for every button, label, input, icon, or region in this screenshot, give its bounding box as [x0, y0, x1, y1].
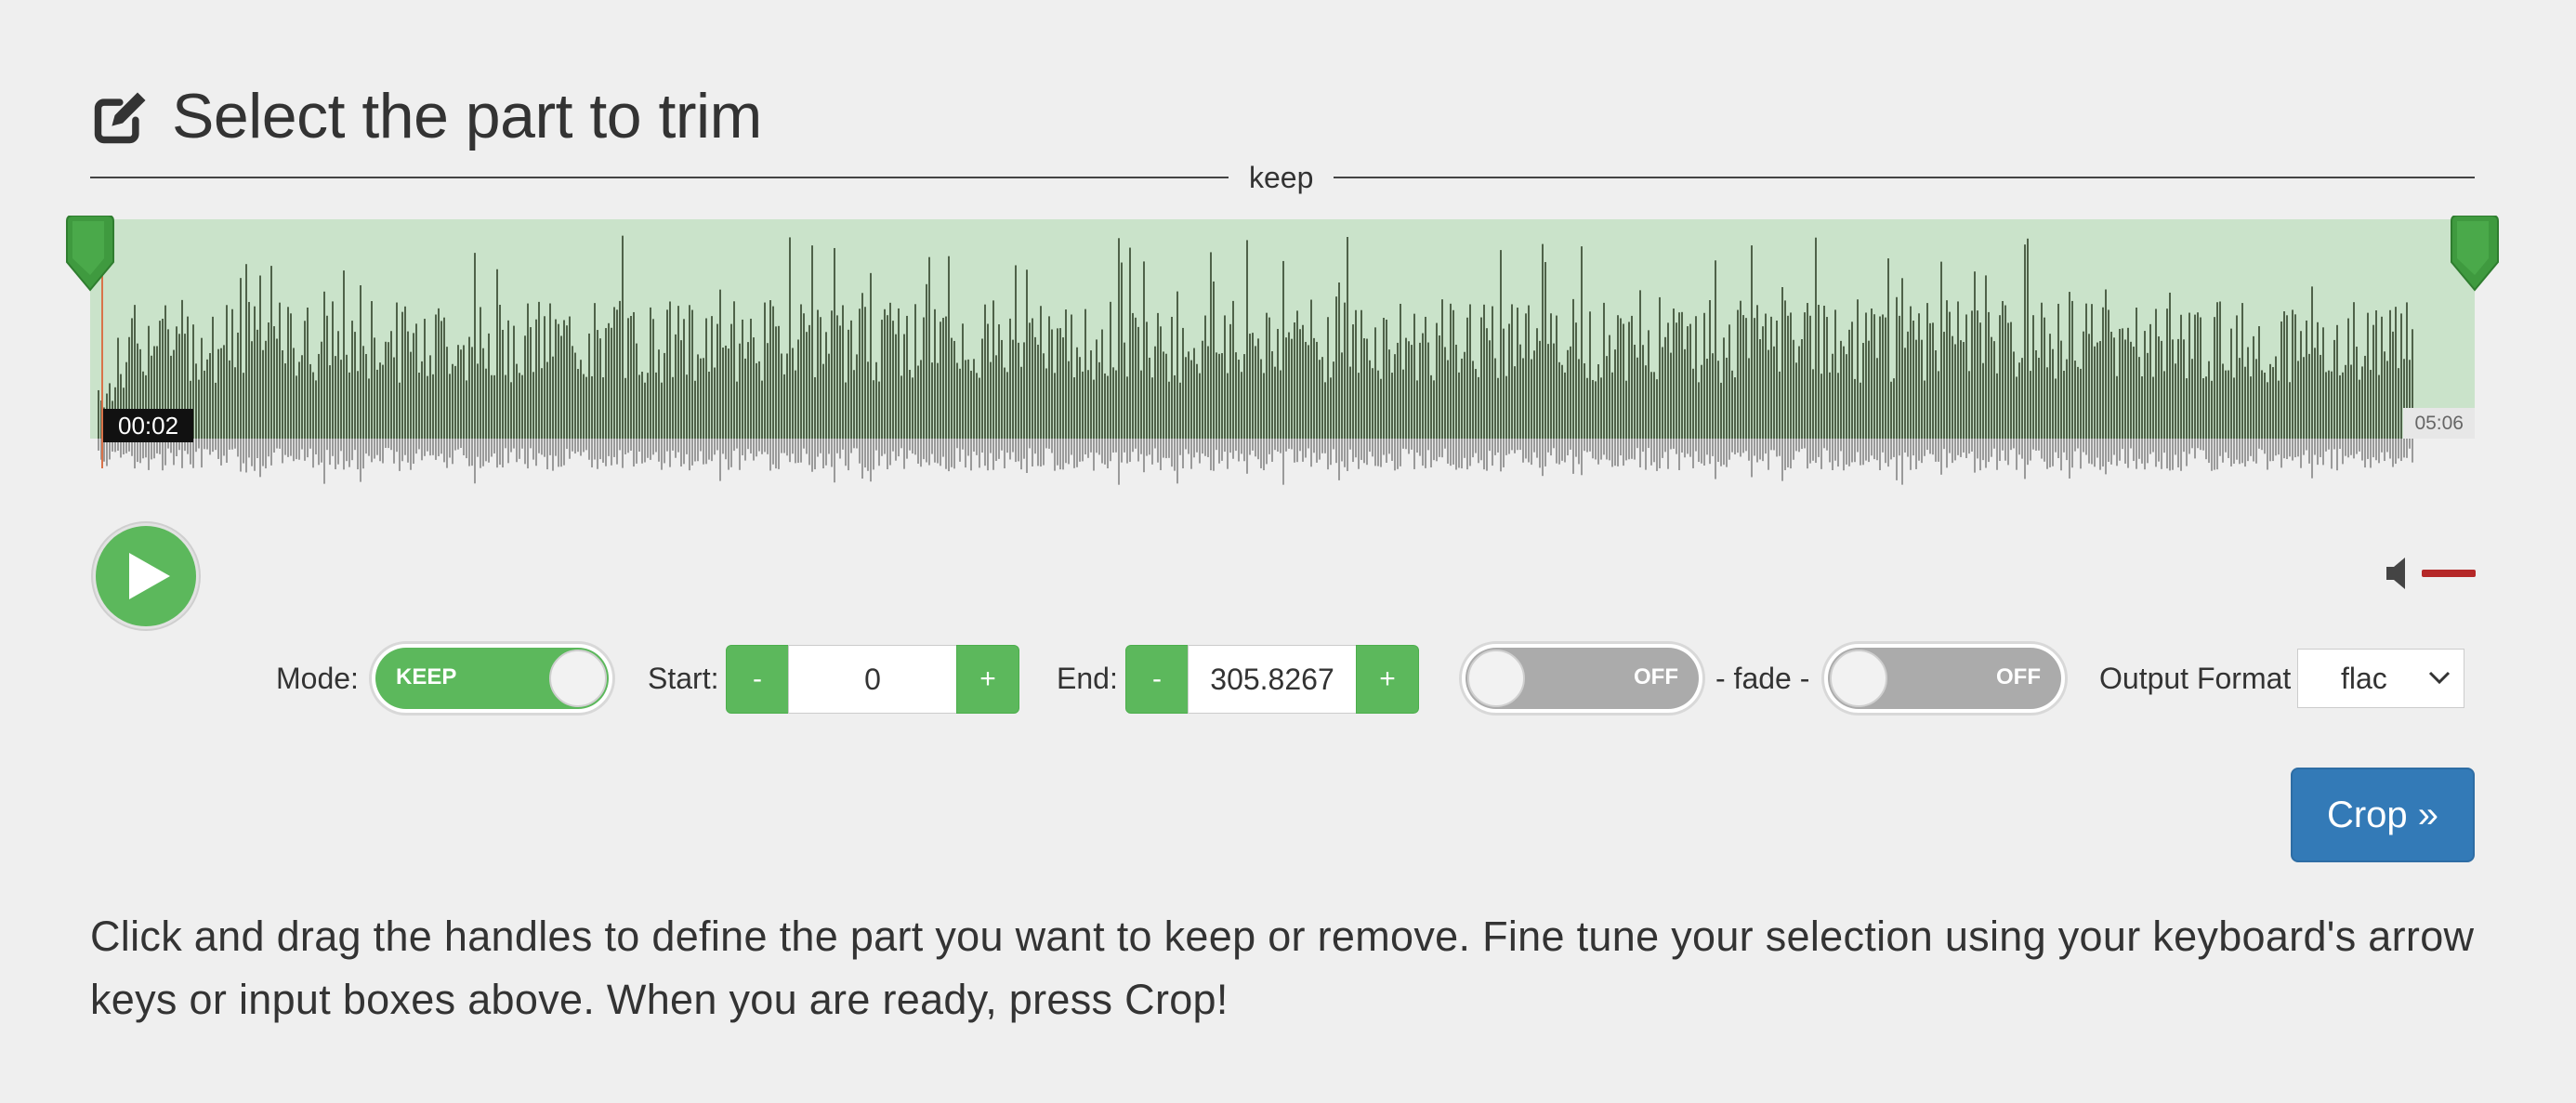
volume-slider[interactable]: [2422, 570, 2476, 577]
mode-toggle[interactable]: KEEP: [369, 641, 615, 716]
end-input[interactable]: [1188, 645, 1357, 714]
current-time: 00:02: [103, 409, 194, 442]
chevron-down-icon: [2428, 671, 2451, 685]
end-decrement-button[interactable]: -: [1125, 645, 1189, 714]
start-input[interactable]: [788, 645, 957, 714]
start-decrement-button[interactable]: -: [726, 645, 789, 714]
play-icon: [129, 553, 170, 599]
play-button[interactable]: [93, 523, 199, 629]
fade-in-toggle[interactable]: OFF: [1459, 641, 1705, 716]
waveform-canvas[interactable]: [90, 219, 2475, 489]
speaker-icon[interactable]: [2386, 558, 2411, 589]
start-label: Start:: [648, 662, 719, 695]
mode-label: Mode:: [276, 662, 359, 695]
output-format-label: Output Format: [2099, 662, 2292, 695]
output-format-select[interactable]: flac: [2297, 649, 2464, 708]
volume-control[interactable]: [2386, 558, 2476, 589]
fade-out-toggle[interactable]: OFF: [1821, 641, 2068, 716]
trim-controls: Mode: KEEP Start: - + End: - + OFF - fad…: [0, 641, 2576, 716]
fade-label: - fade -: [1715, 662, 1810, 695]
output-format-value: flac: [2341, 662, 2387, 695]
end-increment-button[interactable]: +: [1356, 645, 1419, 714]
end-handle-icon[interactable]: [2448, 216, 2502, 292]
waveform[interactable]: 00:02 05:06: [90, 219, 2475, 489]
page-header: Select the part to trim: [90, 74, 762, 158]
start-handle-icon[interactable]: [63, 216, 117, 292]
end-time: 05:06: [2403, 408, 2475, 439]
page-title: Select the part to trim: [172, 81, 762, 151]
fade-in-toggle-knob[interactable]: [1467, 650, 1525, 707]
crop-button[interactable]: Crop »: [2291, 768, 2475, 862]
end-label: End:: [1057, 662, 1118, 695]
fade-in-toggle-text: OFF: [1634, 664, 1678, 689]
fade-out-toggle-knob[interactable]: [1830, 650, 1887, 707]
mode-toggle-text: KEEP: [396, 664, 457, 689]
edit-icon: [94, 92, 146, 144]
region-label: keep: [1229, 158, 1334, 197]
start-increment-button[interactable]: +: [956, 645, 1019, 714]
mode-toggle-knob[interactable]: [549, 650, 607, 707]
fade-out-toggle-text: OFF: [1996, 664, 2041, 689]
help-text: Click and drag the handles to define the…: [90, 913, 2475, 1023]
